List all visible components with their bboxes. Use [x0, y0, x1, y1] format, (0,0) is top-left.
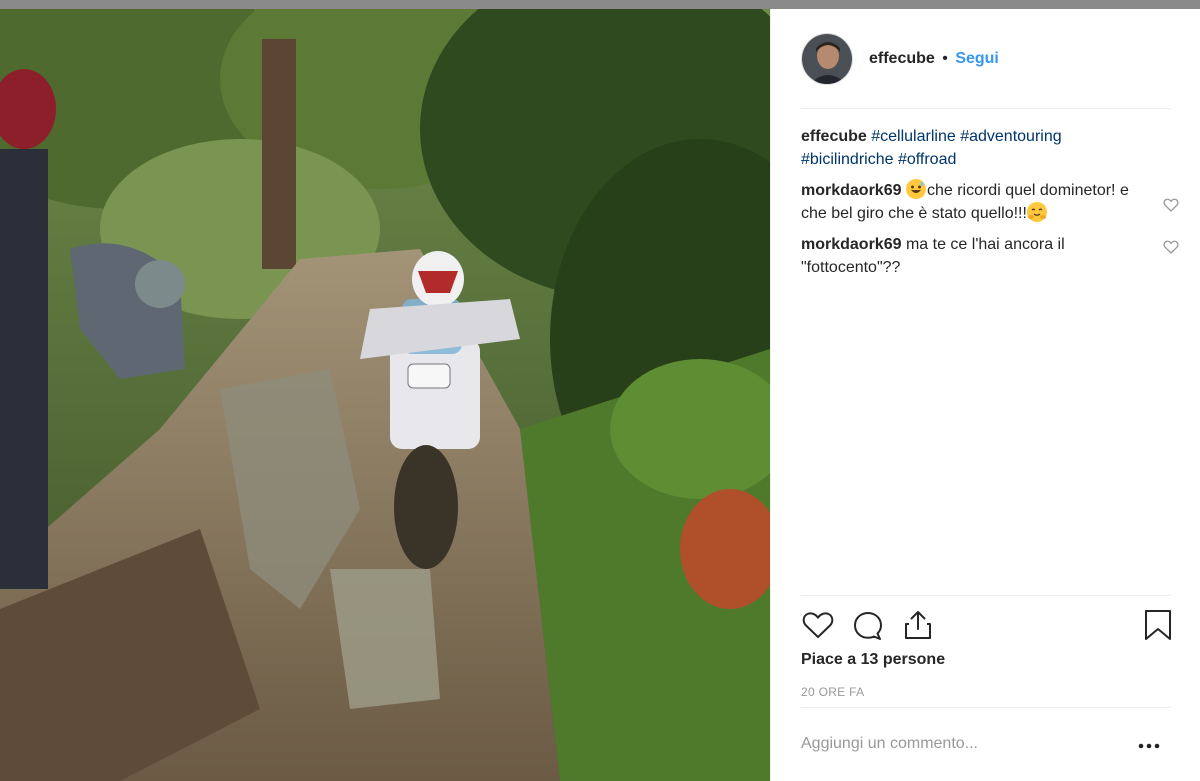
- add-comment-input[interactable]: Aggiungi un commento...: [801, 735, 978, 753]
- post-photo[interactable]: [0, 9, 770, 781]
- window-top-bar: [0, 0, 1200, 9]
- hugging-face-emoji-icon: [1026, 202, 1047, 222]
- post-side-panel: effecube • Segui effecube #cellularline …: [770, 9, 1200, 781]
- hashtag-link[interactable]: #offroad: [898, 151, 956, 168]
- likes-count[interactable]: Piace a 13 persone: [801, 651, 945, 669]
- comment-item: morkdaork69 che ricordi quel dominetor! …: [801, 179, 1181, 225]
- avatar-image: [802, 34, 852, 84]
- comment-icon[interactable]: [851, 608, 885, 642]
- post-timestamp[interactable]: 20 ORE FA: [801, 685, 864, 699]
- add-comment-bar: Aggiungi un commento...: [801, 707, 1171, 781]
- follow-button[interactable]: Segui: [955, 50, 999, 67]
- avatar[interactable]: [801, 33, 853, 85]
- post-header: effecube • Segui: [801, 31, 1171, 109]
- action-icons-row: [801, 608, 1171, 642]
- hashtag-link[interactable]: #adventouring: [960, 128, 1061, 145]
- comment-username[interactable]: morkdaork69: [801, 182, 902, 199]
- post-author-username[interactable]: effecube: [869, 50, 935, 67]
- comment-item: morkdaork69 ma te ce l'hai ancora il "fo…: [801, 233, 1181, 279]
- comments-list: effecube #cellularline #adventouring #bi…: [801, 125, 1181, 287]
- bookmark-icon[interactable]: [1141, 608, 1175, 642]
- like-comment-heart-icon[interactable]: [1163, 239, 1179, 255]
- hashtag-link[interactable]: #bicilindriche: [801, 151, 894, 168]
- separator-dot: •: [942, 50, 948, 67]
- comment-username[interactable]: morkdaork69: [801, 236, 902, 253]
- caption-username[interactable]: effecube: [801, 128, 867, 145]
- share-icon[interactable]: [901, 608, 935, 642]
- caption: effecube #cellularline #adventouring #bi…: [801, 125, 1181, 171]
- offroad-motorcycle-photo: [0, 9, 770, 781]
- grinning-sweat-emoji-icon: [905, 179, 926, 199]
- hashtag-link[interactable]: #cellularline: [871, 128, 956, 145]
- heart-icon[interactable]: [801, 608, 835, 642]
- more-options-icon[interactable]: [1137, 736, 1161, 756]
- like-comment-heart-icon[interactable]: [1163, 197, 1179, 213]
- header-user-line: effecube • Segui: [869, 50, 999, 68]
